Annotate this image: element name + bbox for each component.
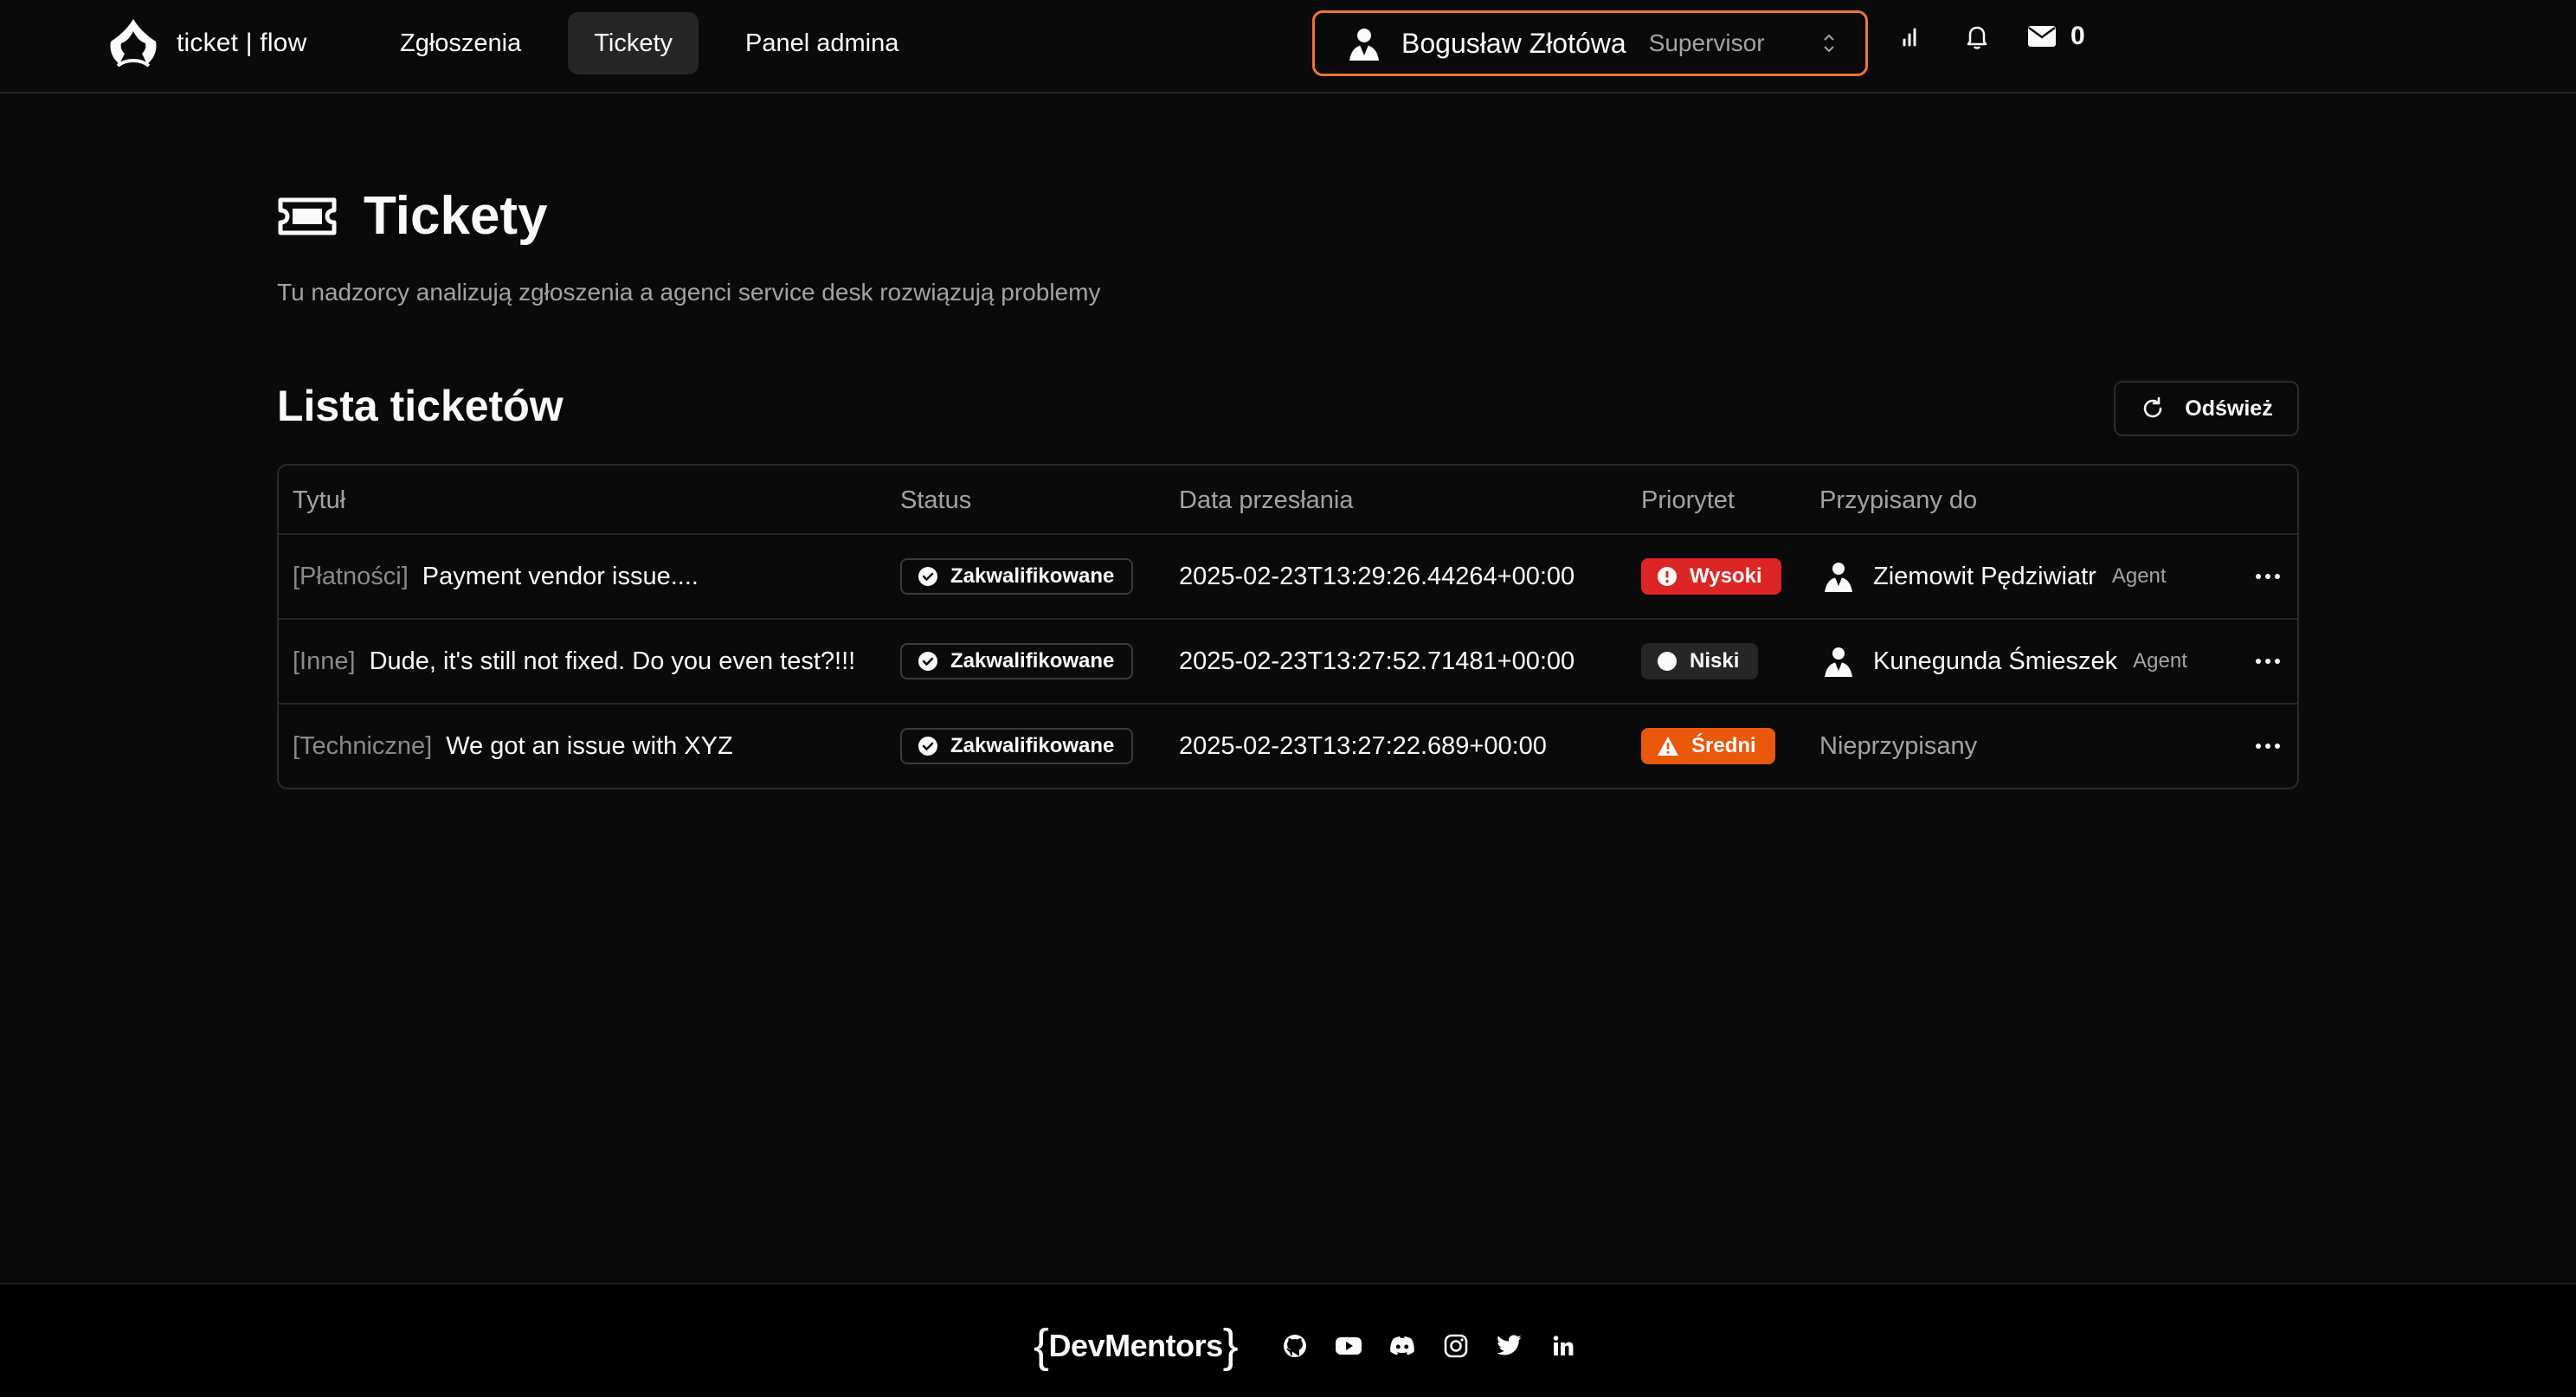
ticketflow-logo-icon <box>110 19 157 68</box>
assignee-role: Agent <box>2111 564 2167 588</box>
tickets-table: Tytuł Status Data przesłania Priorytet P… <box>277 464 2299 789</box>
alert-circle-icon <box>1658 567 1677 586</box>
ticket-category: [Inne] <box>293 647 356 675</box>
refresh-label: Odśwież <box>2185 396 2273 421</box>
column-header-assignee: Przypisany do <box>1819 486 1978 514</box>
check-circle-icon <box>918 652 937 671</box>
assignee-name: Kunegunda Śmieszek <box>1873 647 2118 675</box>
status-label: Zakwalifikowane <box>950 649 1115 673</box>
priority-label: Wysoki <box>1690 564 1762 588</box>
avatar <box>1825 563 1852 592</box>
bar-chart-icon[interactable] <box>1896 21 1927 52</box>
ticket-date: 2025-02-23T13:27:52.71481+00:00 <box>1179 647 1575 675</box>
avatar <box>1825 647 1852 677</box>
page-title: Tickety <box>364 186 548 246</box>
check-circle-icon <box>918 567 937 586</box>
bell-icon[interactable] <box>1961 21 1993 52</box>
twitter-icon[interactable] <box>1496 1332 1523 1360</box>
refresh-icon <box>2144 396 2162 418</box>
assignee-role: Agent <box>2133 649 2187 673</box>
ticket-title[interactable]: Dude, it's still not fixed. Do you even … <box>370 647 856 676</box>
priority-badge: Wysoki <box>1641 558 1781 595</box>
status-badge: Zakwalifikowane <box>900 643 1134 679</box>
column-header-status: Status <box>900 486 972 514</box>
devmentors-logo-text: DevMentors <box>1048 1328 1224 1363</box>
column-header-priority: Priorytet <box>1641 486 1735 514</box>
github-icon[interactable] <box>1281 1332 1309 1360</box>
priority-label: Średni <box>1691 734 1756 757</box>
message-count: 0 <box>2070 22 2085 50</box>
nav-item-panel-admina[interactable]: Panel admina <box>719 12 924 74</box>
linkedin-icon[interactable] <box>1549 1332 1577 1360</box>
ticket-date: 2025-02-23T13:29:26.44264+00:00 <box>1179 562 1575 590</box>
ticket-icon <box>278 197 337 235</box>
more-horizontal-icon <box>2256 574 2280 579</box>
circle-icon <box>1658 652 1677 671</box>
check-circle-icon <box>918 737 937 756</box>
status-badge: Zakwalifikowane <box>900 558 1134 595</box>
status-label: Zakwalifikowane <box>950 734 1115 757</box>
column-header-title: Tytuł <box>293 486 346 514</box>
refresh-button[interactable]: Odśwież <box>2114 381 2299 436</box>
row-actions-button[interactable] <box>2242 644 2294 679</box>
user-name: Bogusław Złotówa <box>1401 27 1626 59</box>
row-actions-button[interactable] <box>2242 729 2294 763</box>
table-header: Tytuł Status Data przesłania Priorytet P… <box>279 466 2297 535</box>
youtube-icon[interactable] <box>1335 1332 1362 1360</box>
ticket-category: [Techniczne] <box>293 731 433 760</box>
priority-badge: Niski <box>1641 643 1759 679</box>
chevron-up-down-icon <box>1824 34 1834 53</box>
avatar <box>1341 21 1386 66</box>
unassigned-label: Nieprzypisany <box>1819 731 1978 760</box>
brand-name: ticket | flow <box>177 29 307 57</box>
ticket-category: [Płatności] <box>293 562 409 590</box>
warning-triangle-icon <box>1658 737 1678 756</box>
table-row[interactable]: [Inne] Dude, it's still not fixed. Do yo… <box>279 620 2297 705</box>
assignee: Ziemowit Pędziwiatr Agent <box>1819 557 2167 595</box>
mail-icon <box>2028 26 2056 47</box>
table-row[interactable]: [Płatności] Payment vendor issue.... Zak… <box>279 535 2297 620</box>
devmentors-logo[interactable]: { DevMentors } <box>1034 1323 1239 1369</box>
priority-label: Niski <box>1690 649 1740 673</box>
more-horizontal-icon <box>2256 659 2280 664</box>
assignee: Kunegunda Śmieszek Agent <box>1819 642 2187 680</box>
user-switcher[interactable]: Bogusław Złotówa Supervisor <box>1312 10 1868 76</box>
ticket-date: 2025-02-23T13:27:22.689+00:00 <box>1179 731 1547 760</box>
row-actions-button[interactable] <box>2242 559 2294 594</box>
priority-badge: Średni <box>1641 728 1775 764</box>
nav-item-zgloszenia[interactable]: Zgłoszenia <box>374 12 547 74</box>
ticket-title[interactable]: Payment vendor issue.... <box>422 563 699 591</box>
top-navbar: ticket | flow Zgłoszenia Tickety Panel a… <box>0 0 2576 93</box>
brand-logo[interactable]: ticket | flow <box>106 16 306 71</box>
assignee-name: Ziemowit Pędziwiatr <box>1873 562 2096 590</box>
status-badge: Zakwalifikowane <box>900 728 1134 764</box>
discord-icon[interactable] <box>1388 1332 1416 1360</box>
header-actions: 0 <box>1896 21 2085 52</box>
footer: { DevMentors } <box>0 1283 2576 1397</box>
user-role: Supervisor <box>1648 29 1765 56</box>
ticket-title[interactable]: We got an issue with XYZ <box>446 732 733 761</box>
table-row[interactable]: [Techniczne] We got an issue with XYZ Za… <box>279 705 2297 788</box>
messages-button[interactable]: 0 <box>2027 22 2085 51</box>
page-header: Tickety <box>277 185 548 247</box>
status-label: Zakwalifikowane <box>950 564 1115 588</box>
more-horizontal-icon <box>2256 744 2280 749</box>
nav-item-tickety[interactable]: Tickety <box>568 12 699 74</box>
instagram-icon[interactable] <box>1442 1332 1470 1360</box>
column-header-date: Data przesłania <box>1179 486 1354 514</box>
page-subtitle: Tu nadzorcy analizują zgłoszenia a agenc… <box>277 279 1101 306</box>
main-nav: Zgłoszenia Tickety Panel admina <box>374 12 924 74</box>
section-title: Lista ticketów <box>277 382 564 430</box>
